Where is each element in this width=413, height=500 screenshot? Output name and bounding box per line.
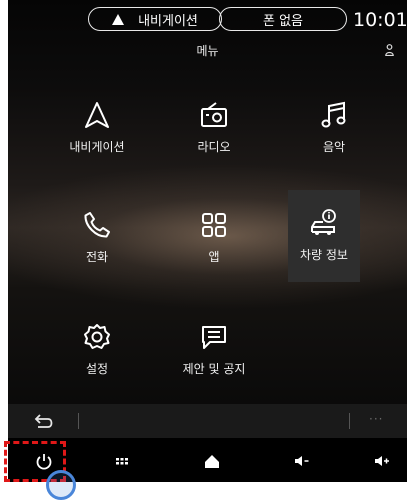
phone-icon bbox=[84, 212, 110, 238]
menu-item-label: 내비게이션 bbox=[69, 140, 125, 154]
menu-item-label: 전화 bbox=[85, 250, 109, 264]
menu-item-vehicle-info[interactable]: 차량 정보 bbox=[288, 190, 360, 282]
radio-icon bbox=[201, 102, 227, 127]
phone-status-pill-button[interactable]: 폰 없음 bbox=[219, 7, 347, 31]
music-note-icon bbox=[321, 101, 346, 128]
volume-up-icon[interactable] bbox=[372, 452, 392, 470]
phone-status-label: 폰 없음 bbox=[262, 13, 303, 29]
menu-screen: 내비게이션 폰 없음 10:01AM 메뉴 내비게이션 bbox=[8, 0, 407, 438]
menu-item-label: 설정 bbox=[85, 362, 109, 376]
navigation-pill-label: 내비게이션 bbox=[138, 13, 198, 29]
gear-icon bbox=[84, 324, 110, 349]
back-bar: ··· bbox=[8, 404, 407, 438]
apps-dots-icon[interactable] bbox=[112, 452, 132, 470]
menu-item-label: 음악 bbox=[322, 140, 346, 154]
menu-item-suggestions-notices[interactable]: 제안 및 공지 bbox=[178, 312, 250, 392]
menu-item-label: 앱 bbox=[208, 250, 220, 264]
back-arrow-icon[interactable] bbox=[34, 413, 54, 429]
notification-message-icon bbox=[202, 326, 226, 349]
menu-item-radio[interactable]: 라디오 bbox=[178, 90, 250, 170]
menu-item-music[interactable]: 음악 bbox=[298, 90, 370, 170]
menu-item-label: 차량 정보 bbox=[300, 248, 348, 262]
page-title: 메뉴 bbox=[196, 44, 219, 58]
navigation-arrow-icon bbox=[112, 13, 125, 25]
divider bbox=[349, 413, 350, 429]
apps-grid-icon bbox=[202, 213, 226, 237]
vehicle-info-icon bbox=[311, 209, 336, 235]
touch-cursor-indicator bbox=[46, 470, 76, 500]
head-unit-display: 내비게이션 폰 없음 10:01AM 메뉴 내비게이션 bbox=[8, 0, 407, 482]
menu-item-settings[interactable]: 설정 bbox=[61, 312, 133, 392]
divider bbox=[78, 413, 79, 429]
clock-time: 10:01 bbox=[353, 9, 407, 31]
menu-item-navigation[interactable]: 내비게이션 bbox=[61, 90, 133, 170]
menu-item-apps[interactable]: 앱 bbox=[178, 200, 250, 280]
navigation-arrow-icon bbox=[85, 102, 109, 128]
home-icon[interactable] bbox=[202, 452, 222, 470]
menu-item-phone[interactable]: 전화 bbox=[61, 200, 133, 280]
volume-down-icon[interactable] bbox=[292, 452, 312, 470]
more-options-button[interactable]: ··· bbox=[369, 412, 383, 426]
navigation-pill-button[interactable]: 내비게이션 bbox=[88, 7, 222, 31]
menu-item-label: 제안 및 공지 bbox=[182, 362, 246, 376]
clock: 10:01AM bbox=[353, 9, 407, 31]
menu-item-label: 라디오 bbox=[197, 140, 231, 154]
user-profile-icon[interactable] bbox=[385, 44, 394, 56]
